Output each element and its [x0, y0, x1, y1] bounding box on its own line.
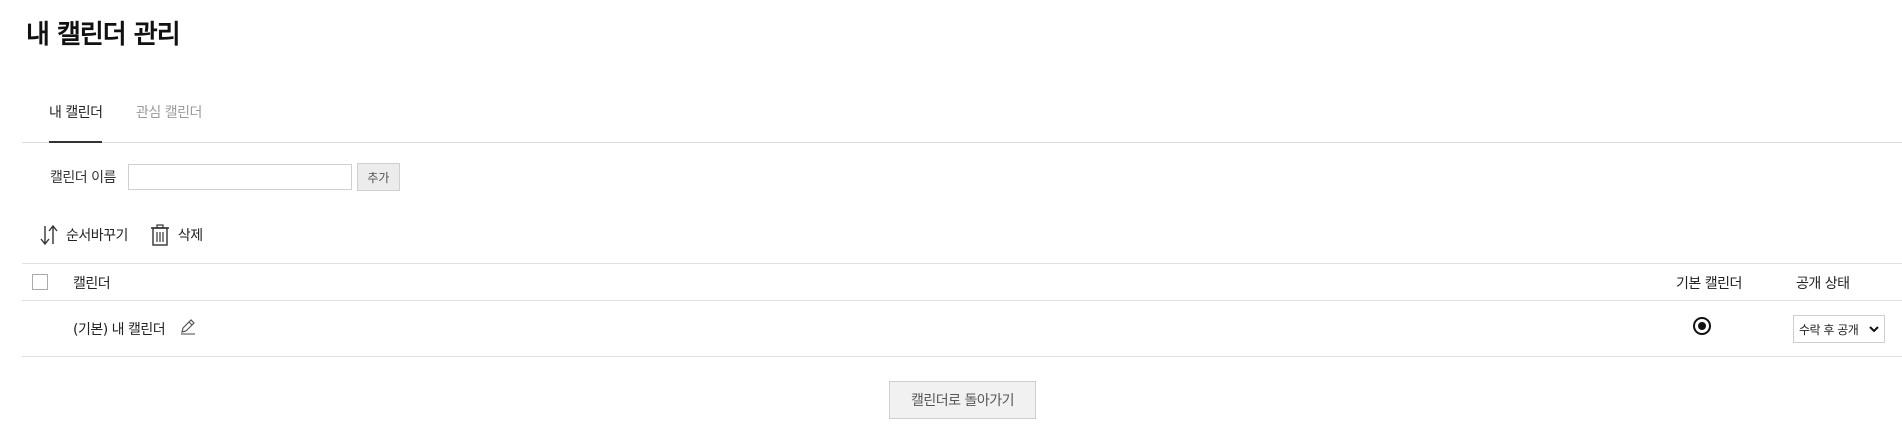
tab-my-calendar[interactable]: 내 캘린더: [49, 98, 103, 143]
delete-label: 삭제: [177, 228, 203, 244]
table-header: 캘린더 기본 캘린더 공개 상태: [22, 263, 1902, 301]
table-row: (기본) 내 캘린더 수락 후 공개: [22, 300, 1902, 357]
calendar-management-page: 내 캘린더 관리 내 캘린더 관심 캘린더 캘린더 이름 추가 순서바꾸기 삭제…: [0, 0, 1902, 433]
calendar-name: (기본) 내 캘린더: [73, 322, 166, 338]
header-calendar: 캘린더: [73, 276, 111, 292]
toolbar: 순서바꾸기 삭제: [40, 220, 225, 250]
reorder-button[interactable]: 순서바꾸기: [40, 224, 128, 246]
sort-arrows-icon: [40, 224, 58, 246]
header-default-calendar: 기본 캘린더: [1676, 276, 1742, 292]
edit-icon[interactable]: [179, 317, 197, 339]
back-to-calendar-button[interactable]: 캘린더로 돌아가기: [889, 381, 1036, 419]
trash-icon: [150, 224, 169, 246]
delete-button[interactable]: 삭제: [150, 224, 203, 246]
page-title: 내 캘린더 관리: [26, 20, 181, 50]
add-calendar-form: 캘린더 이름 추가: [50, 162, 400, 192]
visibility-select-value: 수락 후 공개: [1799, 322, 1859, 337]
tab-favorite-calendar[interactable]: 관심 캘린더: [136, 98, 202, 141]
chevron-down-icon: [1869, 326, 1879, 333]
visibility-select[interactable]: 수락 후 공개: [1793, 315, 1885, 343]
add-button[interactable]: 추가: [356, 163, 400, 191]
reorder-label: 순서바꾸기: [66, 228, 128, 244]
calendar-name-input[interactable]: [127, 164, 352, 190]
header-visibility: 공개 상태: [1796, 276, 1850, 292]
tab-bar: 내 캘린더 관심 캘린더: [22, 98, 1902, 143]
select-all-checkbox[interactable]: [32, 274, 48, 290]
calendar-name-label: 캘린더 이름: [50, 170, 116, 186]
default-calendar-radio[interactable]: [1693, 317, 1711, 335]
